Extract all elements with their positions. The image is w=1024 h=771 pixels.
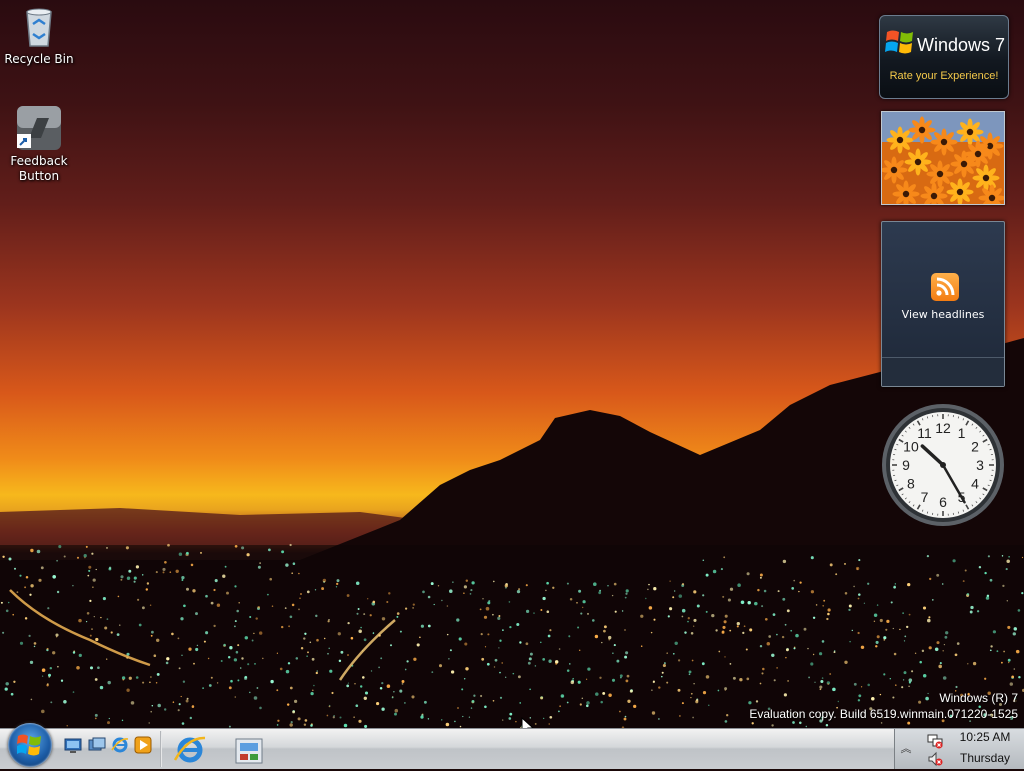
clock-face: 121234567891011 bbox=[880, 402, 1006, 528]
clock-numeral: 4 bbox=[971, 476, 979, 492]
internet-explorer-icon bbox=[172, 733, 208, 765]
gadget-brand: Windows 7 bbox=[917, 35, 1005, 56]
windows-orb-icon bbox=[17, 733, 43, 757]
taskbar-windows-explorer-button[interactable] bbox=[232, 733, 268, 765]
taskbar-internet-explorer-button[interactable] bbox=[172, 733, 208, 765]
recycle-bin-icon bbox=[15, 2, 63, 50]
feedback-shortcut-icon bbox=[15, 104, 63, 152]
photo-flower bbox=[927, 161, 954, 188]
gadget-tagline[interactable]: Rate your Experience! bbox=[880, 70, 1008, 82]
quick-launch-toolbar bbox=[62, 734, 160, 764]
taskbar: ︽ 10:25 AM Thursday bbox=[0, 728, 1024, 769]
show-desktop-icon[interactable] bbox=[64, 736, 82, 754]
clock-numeral: 2 bbox=[971, 439, 979, 455]
slideshow-photo bbox=[882, 112, 1004, 204]
clock-numeral: 12 bbox=[935, 420, 951, 436]
clock-numeral: 1 bbox=[958, 425, 966, 441]
clock-day[interactable]: Thursday bbox=[949, 751, 1021, 765]
gadget-windows7-feedback[interactable]: Windows 7 Rate your Experience! bbox=[879, 15, 1009, 99]
photo-flower bbox=[957, 119, 984, 146]
photo-flower bbox=[931, 129, 958, 156]
desktop-icon-label: Recycle Bin bbox=[0, 52, 78, 67]
photo-flower bbox=[965, 141, 992, 168]
notification-area: ︽ 10:25 AM Thursday bbox=[894, 729, 1024, 769]
start-button[interactable] bbox=[8, 723, 52, 767]
network-icon[interactable] bbox=[927, 733, 943, 749]
clock-numeral: 6 bbox=[939, 494, 947, 510]
desktop-wallpaper bbox=[0, 0, 1024, 728]
view-headlines-link[interactable]: View headlines bbox=[882, 308, 1004, 321]
desktop-icon-feedback-button[interactable]: Feedback Button bbox=[0, 104, 78, 184]
photo-flower bbox=[909, 117, 936, 144]
gadget-feed-headlines[interactable]: View headlines bbox=[881, 221, 1005, 387]
switch-windows-icon[interactable] bbox=[88, 736, 106, 754]
watermark-line1: Windows (R) 7 bbox=[749, 690, 1018, 706]
desktop-icon-recycle-bin[interactable]: Recycle Bin bbox=[0, 2, 78, 67]
clock-numeral: 9 bbox=[902, 457, 910, 473]
media-player-icon[interactable] bbox=[134, 736, 152, 754]
windows-explorer-icon bbox=[232, 733, 268, 765]
desktop-icon-label: Feedback Button bbox=[0, 154, 78, 184]
photo-flower bbox=[973, 165, 1000, 192]
gadget-slideshow[interactable] bbox=[881, 111, 1005, 205]
watermark-line2: Evaluation copy. Build 6519.winmain.0712… bbox=[749, 706, 1018, 722]
clock-time[interactable]: 10:25 AM bbox=[949, 730, 1021, 744]
clock-numeral: 8 bbox=[907, 476, 915, 492]
quicklaunch-separator bbox=[160, 731, 162, 767]
feed-gadget-footer bbox=[882, 357, 1004, 386]
volume-muted-icon[interactable] bbox=[927, 751, 943, 767]
clock-numeral: 7 bbox=[921, 489, 929, 505]
evaluation-watermark: Windows (R) 7 Evaluation copy. Build 651… bbox=[749, 690, 1018, 722]
internet-explorer-icon[interactable] bbox=[111, 736, 129, 754]
gadget-clock[interactable]: 121234567891011 bbox=[880, 402, 1006, 528]
show-hidden-icons-button[interactable]: ︽ bbox=[899, 740, 913, 756]
windows-flag-icon bbox=[885, 28, 915, 60]
clock-numeral: 11 bbox=[917, 425, 932, 441]
clock-numeral: 3 bbox=[976, 457, 984, 473]
photo-flower bbox=[905, 149, 932, 176]
rss-icon bbox=[931, 273, 959, 301]
